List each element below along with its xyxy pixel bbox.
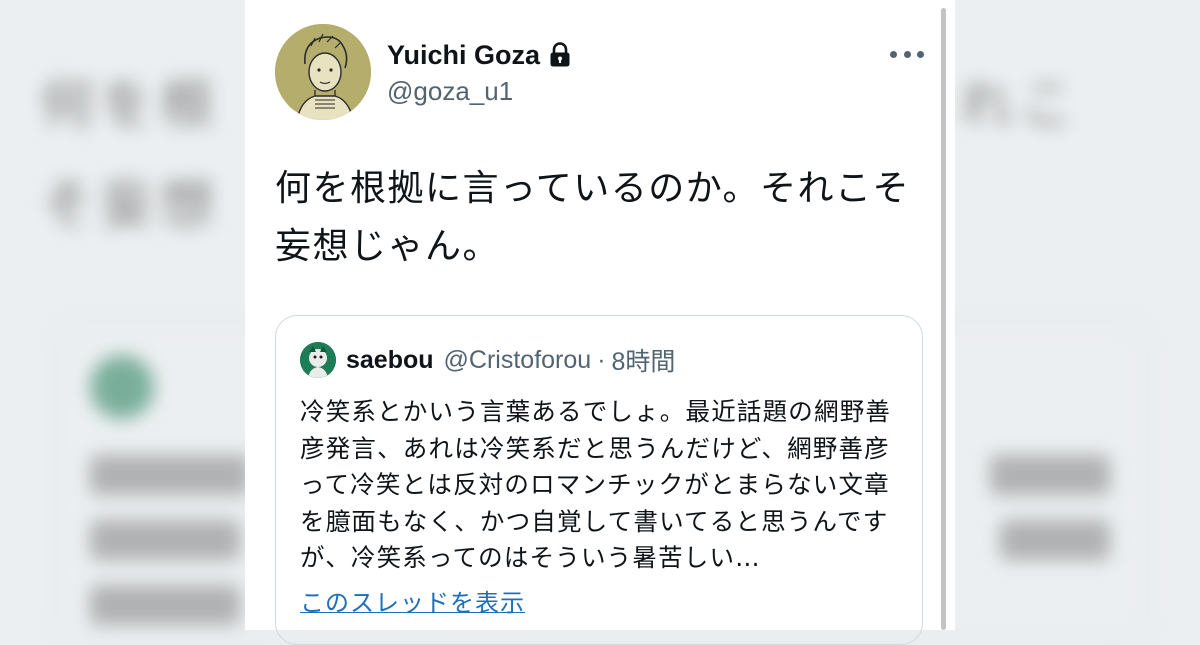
blurred-text: 何を根 [40,73,220,136]
author-avatar[interactable] [275,24,371,120]
blurred-line [90,520,240,560]
author-info: Yuichi Goza @goza_u1 [387,36,571,107]
avatar-illustration-icon [275,24,371,120]
scrollbar[interactable] [941,8,946,630]
quoted-tweet[interactable]: saebou @Cristoforou · 8時間 冷笑系とかいう言葉あるでしょ… [275,315,923,645]
show-thread-link[interactable]: このスレッドを表示 [300,583,525,618]
author-name[interactable]: Yuichi Goza [387,40,540,71]
quoted-tweet-text: 冷笑系とかいう言葉あるでしょ。最近話題の網野善彦発言、あれは冷笑系だと思うんだけ… [300,397,892,572]
quoted-timestamp[interactable]: 8時間 [612,342,676,378]
quoted-tweet-header: saebou @Cristoforou · 8時間 [300,340,675,380]
blurred-line [990,455,1110,495]
blurred-text: れこ [960,73,1080,136]
blurred-text: そ妄想 [40,173,220,236]
blurred-line [1000,520,1110,560]
blurred-avatar [90,355,154,419]
blurred-line [90,585,240,625]
more-horizontal-icon[interactable] [890,40,924,68]
separator-dot: · [597,345,606,374]
quoted-author-avatar [300,342,336,378]
blurred-line [90,455,250,495]
author-handle[interactable]: @goza_u1 [387,76,571,107]
quoted-author-handle[interactable]: @Cristoforou [444,346,592,375]
lock-icon [549,42,571,68]
tweet-text: 何を根拠に言っているのか。それこそ妄想じゃん。 [275,168,910,267]
quoted-author-name[interactable]: saebou [346,346,434,375]
tweet-card: Yuichi Goza @goza_u1 何を根拠に言っているのか。それこそ妄想… [245,0,955,645]
avatar-illustration-icon [300,342,336,378]
